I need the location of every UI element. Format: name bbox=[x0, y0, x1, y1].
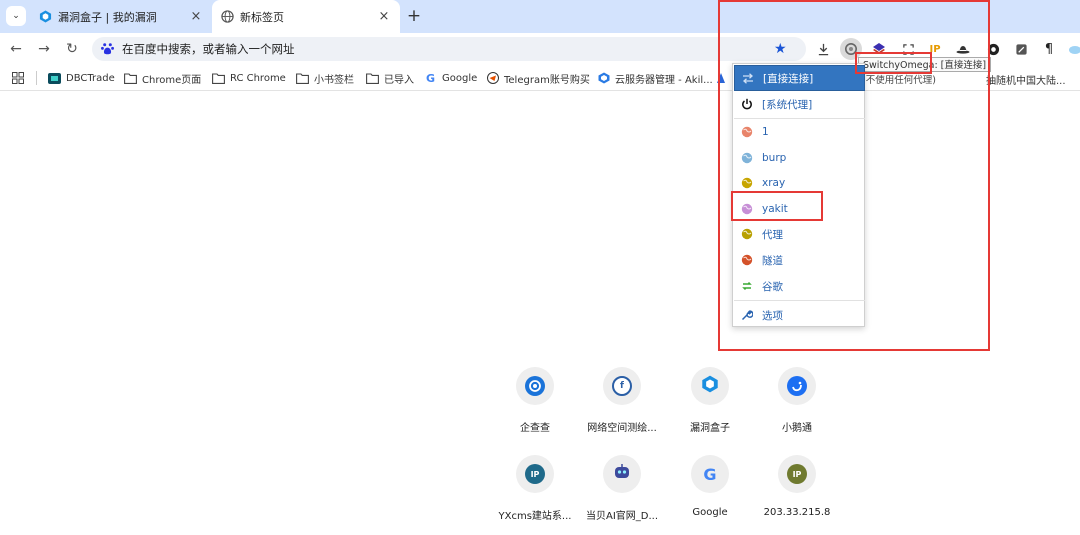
shortcut-ip-203[interactable]: IP 203.33.215.8 bbox=[754, 455, 840, 527]
shortcut-tile: IP bbox=[516, 455, 554, 493]
bookmark-label: RC Chrome bbox=[230, 72, 286, 84]
bookmark-google[interactable]: G Google bbox=[424, 70, 477, 86]
shortcut-tile bbox=[603, 455, 641, 493]
shortcut-label: 网络空间测绘... bbox=[587, 423, 657, 434]
pilcrow-extension-icon[interactable]: ¶ bbox=[1040, 40, 1058, 58]
bookmark-divider bbox=[36, 71, 37, 85]
dbc-logo-icon bbox=[48, 72, 61, 84]
shortcut-xiaoe[interactable]: 小鹅通 bbox=[754, 367, 840, 439]
shortcut-tile: G bbox=[691, 455, 729, 493]
bookmark-overflow-tail[interactable]: 抽随机中国大陆... bbox=[986, 72, 1066, 87]
forward-button[interactable]: → bbox=[34, 39, 54, 59]
arrow-left-icon: ← bbox=[10, 41, 22, 57]
close-icon[interactable]: × bbox=[376, 9, 392, 25]
shortcut-tile: f bbox=[603, 367, 641, 405]
plus-icon: + bbox=[406, 6, 422, 26]
reload-button[interactable]: ↻ bbox=[62, 39, 82, 59]
telegram-icon bbox=[486, 72, 499, 84]
close-icon[interactable]: × bbox=[188, 9, 204, 25]
bookmark-imported[interactable]: 已导入 bbox=[366, 70, 414, 86]
shortcut-tile: IP bbox=[778, 455, 816, 493]
shortcut-fofa[interactable]: f 网络空间测绘... bbox=[579, 367, 665, 439]
fofa-icon: f bbox=[612, 376, 632, 396]
shortcut-label: Google bbox=[692, 507, 728, 518]
shortcut-tile bbox=[516, 367, 554, 405]
bookmark-label: Chrome页面 bbox=[142, 74, 202, 86]
back-button[interactable]: ← bbox=[6, 39, 26, 59]
annotation-box-tooltip bbox=[855, 52, 932, 74]
ip-badge-icon: IP bbox=[787, 464, 807, 484]
edit-extension-icon[interactable] bbox=[1012, 40, 1030, 58]
shortcut-qichacha[interactable]: 企查查 bbox=[492, 367, 578, 439]
google-g-icon: G bbox=[703, 464, 717, 484]
bookmark-label: DBCTrade bbox=[66, 72, 115, 84]
tab-loudong[interactable]: 漏洞盒子 | 我的漏洞 × bbox=[30, 0, 212, 33]
reload-icon: ↻ bbox=[66, 41, 78, 57]
shortcut-tile bbox=[691, 367, 729, 405]
bookmark-chrome-pages[interactable]: Chrome页面 bbox=[124, 70, 201, 86]
omnibox[interactable]: 在百度中搜索，或者输入一个网址 ★ bbox=[92, 37, 806, 61]
tab-search-button[interactable]: ⌄ bbox=[6, 6, 26, 26]
tab-new-tab[interactable]: 新标签页 × bbox=[212, 0, 400, 33]
folder-icon bbox=[366, 72, 379, 84]
shortcut-label: 企查查 bbox=[520, 423, 550, 434]
bookmark-label: Telegram账号购买 bbox=[504, 74, 590, 86]
shortcut-label: YXcms建站系... bbox=[498, 511, 572, 522]
new-tab-button[interactable]: + bbox=[404, 6, 424, 26]
ip-badge-icon: IP bbox=[525, 464, 545, 484]
bookmark-label: Google bbox=[442, 72, 478, 84]
shortcut-tile bbox=[778, 367, 816, 405]
cloud-extension-icon[interactable] bbox=[1066, 40, 1080, 58]
arrow-right-icon: → bbox=[38, 41, 50, 57]
bookmark-telegram[interactable]: Telegram账号购买 bbox=[486, 70, 590, 86]
shortcut-label: 漏洞盒子 bbox=[690, 423, 730, 434]
bookmark-cloud-server[interactable]: 云服务器管理 - Akil... bbox=[597, 70, 713, 86]
omnibox-placeholder: 在百度中搜索，或者输入一个网址 bbox=[122, 42, 295, 56]
shortcut-label: 203.33.215.8 bbox=[763, 507, 831, 518]
shortcut-dangbei-ai[interactable]: 当贝AI官网_D... bbox=[579, 455, 665, 527]
folder-icon bbox=[296, 72, 309, 84]
bookmark-dbctrade[interactable]: DBCTrade bbox=[48, 70, 115, 86]
bookmark-label: 小书签栏 bbox=[314, 74, 354, 86]
hexagon-shield-icon bbox=[38, 10, 52, 24]
shortcut-google[interactable]: G Google bbox=[667, 455, 753, 527]
folder-icon bbox=[124, 72, 137, 84]
baidu-paw-icon bbox=[100, 41, 116, 57]
shortcut-yxcms[interactable]: IP YXcms建站系... bbox=[492, 455, 578, 527]
bookmark-rc-chrome[interactable]: RC Chrome bbox=[212, 70, 286, 86]
globe-icon bbox=[220, 10, 234, 24]
shortcut-loudong-box[interactable]: 漏洞盒子 bbox=[667, 367, 753, 439]
bookmark-label: 云服务器管理 - Akil... bbox=[615, 74, 713, 86]
google-g-icon: G bbox=[425, 71, 436, 85]
qichacha-icon bbox=[525, 376, 545, 396]
cube-icon bbox=[597, 72, 610, 84]
annotation-box-yakit bbox=[731, 191, 823, 221]
shortcut-label: 当贝AI官网_D... bbox=[585, 511, 659, 522]
robot-icon bbox=[612, 462, 632, 486]
annotation-box-menu-area bbox=[718, 0, 990, 351]
bookmark-label: 已导入 bbox=[384, 74, 414, 86]
bookmark-small-bookmarks[interactable]: 小书签栏 bbox=[296, 70, 354, 86]
tab-title: 新标签页 bbox=[240, 10, 284, 24]
chevron-down-icon: ⌄ bbox=[12, 11, 20, 21]
xiaoe-icon bbox=[787, 376, 807, 396]
hexagon-shield-icon bbox=[701, 375, 719, 397]
tab-title: 漏洞盒子 | 我的漏洞 bbox=[58, 10, 157, 24]
apps-grid-icon[interactable] bbox=[12, 70, 24, 86]
folder-icon bbox=[212, 72, 225, 84]
shortcut-label: 小鹅通 bbox=[782, 423, 812, 434]
